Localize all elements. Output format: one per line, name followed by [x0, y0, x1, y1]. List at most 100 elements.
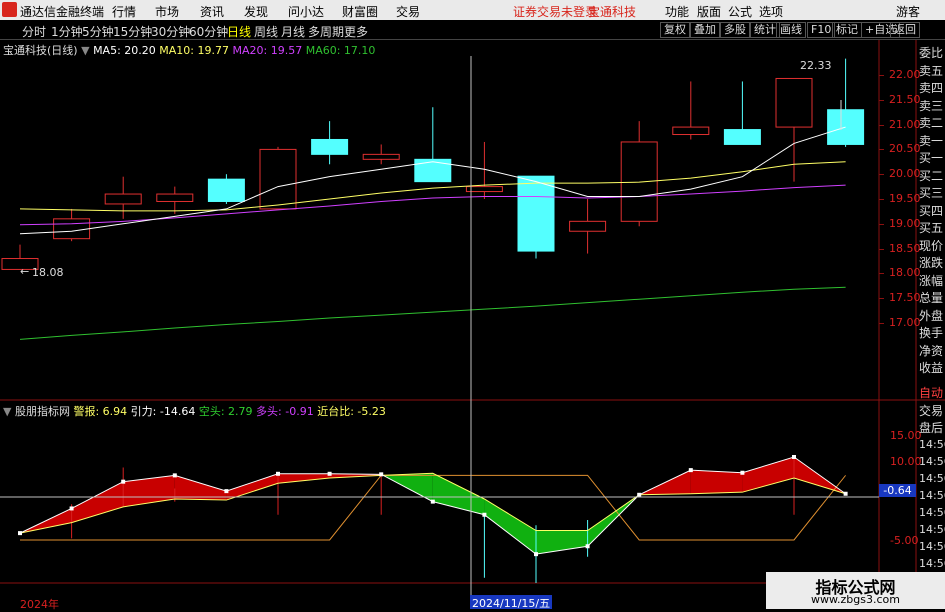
- main-y-tick-mark: [879, 75, 884, 76]
- period-more[interactable]: 更多: [344, 23, 368, 40]
- main-y-tick: 20.50: [889, 142, 921, 156]
- main-y-tick: 19.50: [889, 192, 921, 205]
- white-point: [792, 455, 796, 459]
- white-point: [637, 492, 642, 497]
- cursor-date-label: 2024/11/15/五: [470, 595, 553, 610]
- indicator-fill: [742, 457, 794, 493]
- main-y-tick: 18.50: [889, 241, 921, 255]
- quote-row-label: 卖五: [919, 63, 944, 78]
- main-y-tick-mark: [879, 199, 884, 200]
- menu-wealth[interactable]: 财富圈: [342, 3, 378, 20]
- menu-trade[interactable]: 交易: [396, 3, 420, 20]
- quote-row-label: 卖三: [919, 98, 944, 113]
- main-y-tick: 22.00: [889, 68, 921, 81]
- indicator-warn: 警报: 6.94: [73, 405, 128, 418]
- ma5-label: MA5: 20.20: [93, 44, 156, 57]
- indicator-long: 多头: -0.91: [256, 405, 314, 418]
- kline-chart[interactable]: [0, 40, 945, 609]
- indicator-y-tick: 15.00: [890, 429, 922, 442]
- white-point: [688, 468, 693, 473]
- candle-body: [311, 138, 349, 155]
- trade-panel-label[interactable]: 自动: [919, 384, 945, 403]
- quote-row-label: 收益: [919, 361, 944, 375]
- menu-discover[interactable]: 发现: [244, 3, 268, 20]
- candle-body: [672, 126, 710, 136]
- button-mark[interactable]: 标记: [832, 22, 862, 38]
- candle-body: [569, 220, 607, 232]
- white-point: [843, 491, 848, 496]
- white-point: [740, 470, 745, 475]
- button-overlay[interactable]: 叠加: [690, 22, 720, 38]
- menu-ask[interactable]: 问小达: [288, 3, 324, 20]
- ma20-label: MA20: 19.57: [232, 44, 303, 57]
- main-y-tick: 17.50: [889, 291, 921, 305]
- candle-body: [259, 148, 297, 210]
- main-y-tick: 17.00: [889, 316, 921, 329]
- main-y-tick: 18.00: [889, 266, 921, 280]
- main-y-tick-mark: [879, 323, 884, 324]
- quote-row-label: 委比: [919, 46, 944, 60]
- indicator-fill: [174, 475, 227, 501]
- quote-row-label: 卖四: [919, 81, 944, 95]
- white-point: [172, 473, 177, 478]
- candle-body: [53, 218, 91, 240]
- period-weekly[interactable]: 周线: [254, 23, 278, 40]
- menu-market[interactable]: 市场: [155, 3, 179, 20]
- menu-function[interactable]: 功能: [665, 3, 689, 20]
- indicator-near: 近台比: -5.23: [317, 405, 386, 418]
- app-logo-icon: [2, 2, 17, 17]
- candle-body: [362, 153, 400, 160]
- guest-label[interactable]: 游客: [896, 3, 920, 20]
- button-draw[interactable]: 画线: [776, 22, 806, 38]
- button-back[interactable]: 返回: [890, 22, 920, 38]
- current-stock-name: 宝通科技: [588, 5, 637, 19]
- period-daily[interactable]: 日线: [227, 23, 251, 40]
- indicator-name: 股朋指标网: [14, 405, 70, 418]
- period-timeshare[interactable]: 分时: [22, 23, 46, 40]
- period-60min[interactable]: 60分钟: [189, 23, 228, 40]
- watermark-url: www.zbgs3.com: [811, 593, 900, 606]
- indicator-y-tick: 10.00: [890, 455, 922, 469]
- login-notice[interactable]: 证券交易未登录: [513, 3, 597, 20]
- tick-time: 14:56: [919, 557, 945, 570]
- main-y-tick: 19.00: [889, 216, 921, 230]
- period-multi[interactable]: 多周期: [308, 23, 344, 40]
- main-y-tick-mark: [879, 124, 884, 126]
- ma60-line: [19, 286, 846, 340]
- low-price-label-arrow: ←: [20, 265, 30, 278]
- quote-row-label: 外盘: [919, 308, 944, 323]
- trade-panel-label[interactable]: 交易: [919, 402, 945, 421]
- quote-row-label: 涨幅: [919, 273, 944, 288]
- candle-body: [104, 193, 142, 205]
- menu-news[interactable]: 资讯: [200, 3, 224, 20]
- menu-layout[interactable]: 版面: [697, 3, 721, 20]
- white-point: [224, 489, 229, 494]
- quote-row-label: 卖一: [919, 133, 944, 148]
- period-5min[interactable]: 5分钟: [82, 23, 114, 40]
- white-point: [379, 472, 384, 477]
- menu-options[interactable]: 选项: [759, 3, 783, 20]
- indicator-y-tick: -5.00: [890, 534, 919, 547]
- button-multi-stock[interactable]: 多股: [720, 22, 750, 38]
- quote-row-label: 净资: [919, 343, 944, 358]
- main-chart-title-bar: 宝通科技(日线) ▼ MA5: 20.20 MA10: 19.77 MA20: …: [3, 42, 375, 58]
- dropdown-icon[interactable]: ▼: [81, 44, 89, 57]
- indicator-title-bar: ▼ 股朋指标网 警报: 6.94 引力: -14.64 空头: 2.79 多头:…: [3, 403, 386, 419]
- app-name: 通达信金融终端: [20, 5, 105, 19]
- watermark: 指标公式网 www.zbgs3.com: [766, 572, 945, 609]
- menu-quotes[interactable]: 行情: [112, 3, 136, 20]
- white-point: [585, 544, 590, 549]
- indicator-fill: [226, 473, 278, 501]
- period-15min[interactable]: 15分钟: [113, 23, 152, 40]
- white-point: [430, 499, 435, 504]
- main-y-tick-mark: [879, 273, 884, 275]
- period-monthly[interactable]: 月线: [281, 23, 305, 40]
- indicator-fill: [484, 499, 536, 555]
- period-30min[interactable]: 30分钟: [151, 23, 190, 40]
- period-1min[interactable]: 1分钟: [51, 23, 83, 40]
- white-point: [276, 471, 280, 476]
- main-y-tick: 21.00: [889, 117, 921, 131]
- indicator-menu-icon[interactable]: ▼: [3, 405, 11, 418]
- menu-formula[interactable]: 公式: [728, 3, 752, 20]
- button-adjust[interactable]: 复权: [660, 22, 690, 38]
